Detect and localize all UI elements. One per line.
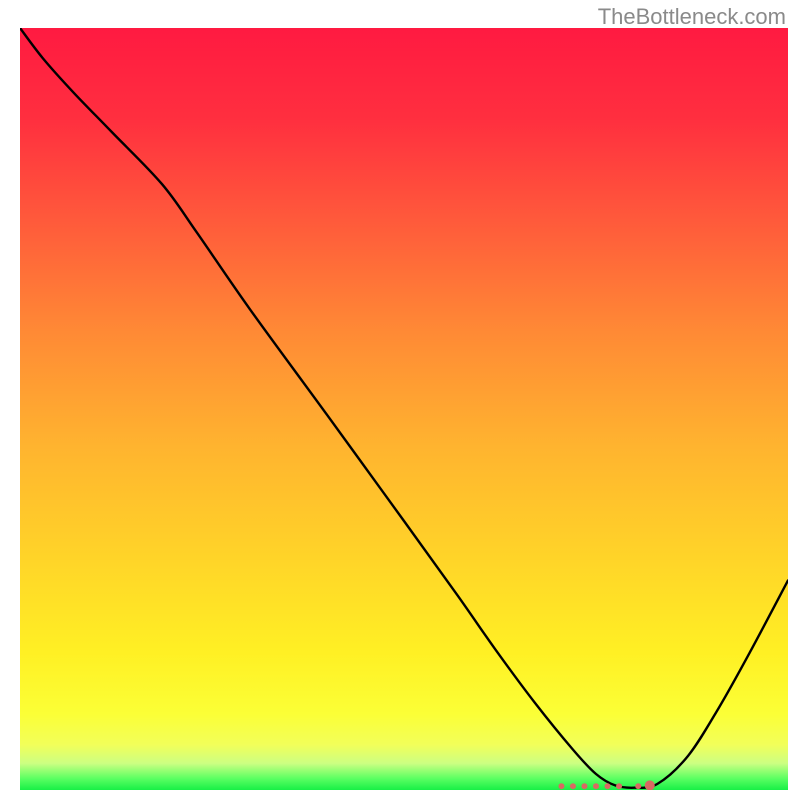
gradient-background — [20, 28, 788, 790]
min-band-point — [570, 783, 576, 789]
min-band-point — [616, 783, 622, 789]
min-band-point — [635, 783, 641, 789]
min-band-point — [581, 783, 587, 789]
plot-area — [20, 28, 788, 790]
min-band-point — [558, 783, 564, 789]
min-band-point — [645, 780, 655, 790]
min-band-point — [593, 783, 599, 789]
watermark-text: TheBottleneck.com — [598, 4, 786, 30]
min-band-point — [605, 783, 611, 789]
